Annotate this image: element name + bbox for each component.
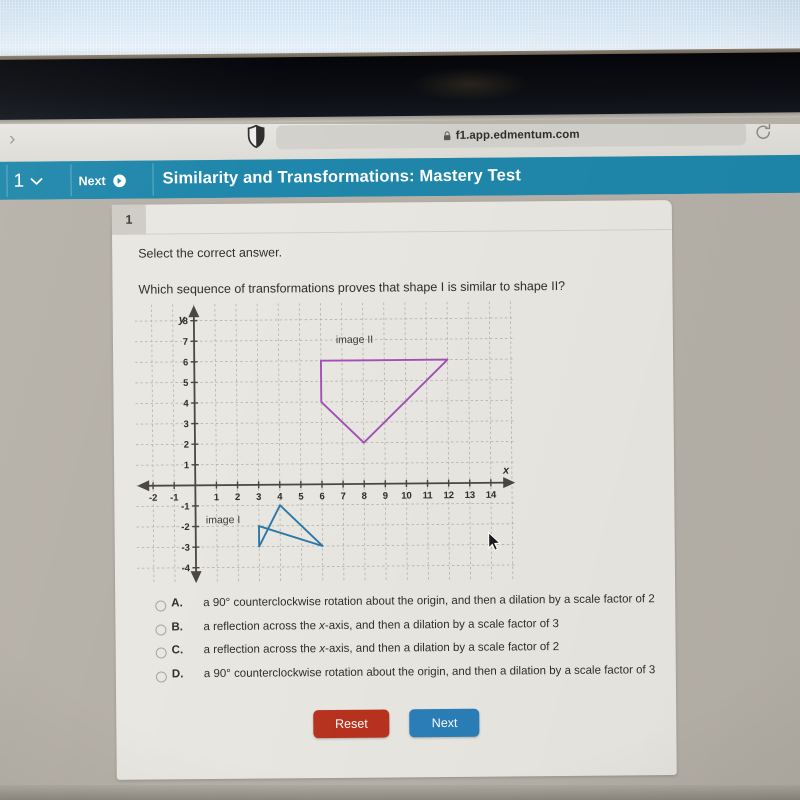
svg-text:10: 10 [401, 490, 412, 501]
svg-text:7: 7 [183, 337, 188, 348]
svg-text:12: 12 [443, 490, 454, 501]
radio-button-c[interactable] [155, 647, 167, 659]
lock-icon [443, 131, 451, 141]
svg-text:-4: -4 [182, 563, 191, 574]
answer-options: A. a 90° counterclockwise rotation about… [155, 593, 666, 691]
svg-text:3: 3 [256, 492, 261, 503]
question-card: 1 Select the correct answer. Which seque… [111, 200, 677, 780]
svg-text:1: 1 [184, 460, 190, 471]
option-letter-c: C. [171, 644, 184, 657]
svg-text:-1: -1 [170, 493, 179, 504]
laptop-lower-frame [0, 785, 800, 800]
reset-button[interactable]: Reset [312, 709, 390, 739]
option-text-b: a reflection across the x-axis, and then… [203, 617, 559, 633]
option-letter-b: B. [171, 620, 183, 633]
laptop-screen: › f1.app.edmentum.com 1 Next Similarity … [0, 124, 800, 800]
address-bar[interactable]: f1.app.edmentum.com [276, 124, 747, 150]
svg-text:5: 5 [183, 378, 189, 389]
svg-text:11: 11 [423, 490, 434, 501]
navbar-next-label: Next [78, 173, 106, 189]
radio-button-a[interactable] [155, 600, 167, 612]
next-button[interactable]: Next [409, 708, 480, 738]
radio-button-b[interactable] [155, 623, 167, 636]
shield-icon[interactable] [247, 124, 265, 149]
coordinate-plane-figure: -2 -1 1 2 3 4 5 6 7 8 9 10 11 12 13 14 -4 -3 -2 -1 1 2 3 4 5 6 7 8 y… [134, 301, 517, 585]
question-number-value: 1 [13, 170, 25, 192]
mouse-pointer-icon [488, 531, 502, 552]
option-d[interactable]: D. a 90° counterclockwise rotation about… [155, 663, 666, 692]
navbar-divider [6, 164, 8, 197]
question-number-dropdown[interactable]: 1 [13, 167, 65, 195]
svg-text:5: 5 [298, 491, 304, 502]
option-text-c: a reflection across the x-axis, and then… [203, 641, 560, 657]
svg-text:9: 9 [383, 491, 388, 502]
chevron-right-icon[interactable]: › [2, 129, 22, 151]
option-letter-d: D. [171, 667, 184, 680]
question-index-tab: 1 [111, 204, 147, 235]
divider [146, 229, 673, 235]
bezel-reflection [410, 66, 531, 102]
radio-button-d[interactable] [155, 670, 167, 683]
svg-text:7: 7 [341, 491, 346, 502]
chevron-down-icon [30, 175, 43, 189]
option-text-d: a 90° counterclockwise rotation about th… [203, 663, 656, 680]
svg-text:3: 3 [183, 419, 188, 430]
instruction-text: Select the correct answer. [138, 245, 283, 261]
svg-text:14: 14 [486, 490, 497, 501]
svg-text:y: y [178, 314, 186, 326]
svg-text:4: 4 [183, 398, 189, 409]
svg-text:-3: -3 [181, 543, 190, 554]
option-text-a: a 90° counterclockwise rotation about th… [203, 593, 655, 610]
svg-text:6: 6 [319, 491, 324, 502]
svg-text:x: x [502, 465, 510, 477]
page-title: Similarity and Transformations: Mastery … [162, 166, 522, 188]
reload-icon[interactable] [754, 124, 772, 141]
svg-text:image I: image I [206, 514, 241, 526]
arrow-right-circle-icon [113, 174, 127, 188]
svg-text:2: 2 [184, 440, 189, 451]
svg-text:8: 8 [362, 491, 367, 502]
option-letter-a: A. [171, 597, 183, 610]
svg-text:1: 1 [214, 492, 220, 503]
card-actions: Reset Next [116, 707, 676, 740]
laptop-bezel [0, 52, 800, 122]
svg-text:-1: -1 [181, 501, 190, 512]
svg-text:image II: image II [336, 334, 373, 346]
svg-text:-2: -2 [149, 493, 158, 504]
laptop-photo: › f1.app.edmentum.com 1 Next Similarity … [0, 0, 800, 800]
svg-text:4: 4 [277, 492, 283, 503]
navbar-divider [70, 164, 72, 197]
navbar-divider [152, 163, 154, 196]
address-bar-url: f1.app.edmentum.com [455, 128, 580, 142]
svg-text:6: 6 [183, 357, 188, 368]
svg-text:2: 2 [235, 492, 240, 503]
svg-text:13: 13 [465, 490, 476, 501]
svg-text:-2: -2 [181, 522, 190, 533]
navbar-next-button[interactable]: Next [78, 170, 126, 192]
question-text: Which sequence of transformations proves… [138, 278, 566, 297]
